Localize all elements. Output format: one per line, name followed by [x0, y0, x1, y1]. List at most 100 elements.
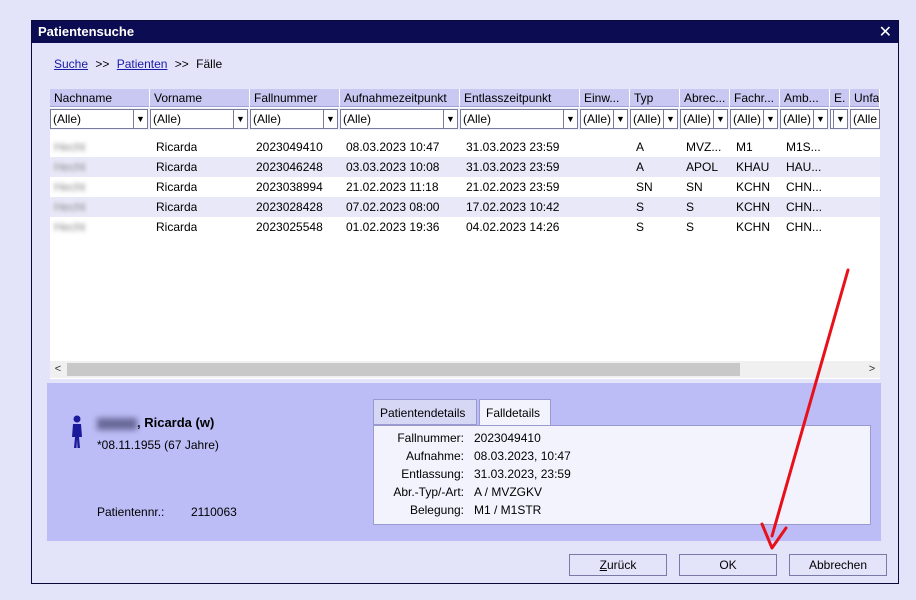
detail-label: Belegung:	[409, 503, 464, 517]
cell-vorname: Ricarda	[156, 220, 198, 234]
cell-abrec: S	[686, 220, 695, 234]
col-header-entlass[interactable]: Entlasszeitpunkt	[460, 89, 580, 107]
filter-row: (Alle) ▼ (Alle) ▼ (Alle) ▼ (Alle) ▼ (Alle) ▼ …	[50, 108, 880, 130]
breadcrumb-current: Fälle	[196, 57, 223, 71]
close-icon[interactable]: ✕	[879, 22, 892, 42]
table-row[interactable]: Hecht Ricarda 2023038994 21.02.2023 11:1…	[50, 177, 880, 197]
detail-value: A / MVZGKV	[474, 485, 543, 499]
table-row[interactable]: Hecht Ricarda 2023049410 08.03.2023 10:4…	[50, 137, 880, 157]
cell-typ: S	[636, 200, 645, 214]
cell-typ: SN	[636, 180, 653, 194]
patient-name-text: , Ricarda (w)	[137, 415, 215, 430]
filter-value: (Alle)	[783, 112, 812, 126]
cell-aufnahme: 21.02.2023 11:18	[346, 180, 439, 194]
breadcrumb-link-patienten[interactable]: Patienten	[117, 57, 168, 71]
back-label: urück	[607, 558, 637, 572]
scrollbar-thumb[interactable]	[67, 363, 740, 376]
filter-value: (Alle)	[153, 112, 182, 126]
chevron-down-icon[interactable]: ▼	[133, 110, 147, 128]
back-button[interactable]: Zurück	[569, 554, 667, 576]
filter-entlass[interactable]: (Alle) ▼	[460, 109, 578, 129]
col-header-aufnahme[interactable]: Aufnahmezeitpunkt	[340, 89, 460, 107]
detail-value: 31.03.2023, 23:59	[474, 467, 571, 481]
cell-amb: CHN...	[786, 200, 822, 214]
chevron-down-icon[interactable]: ▼	[813, 110, 827, 128]
table-row[interactable]: Hecht Ricarda 2023028428 07.02.2023 08:0…	[50, 197, 880, 217]
cell-nachname: Hecht	[54, 140, 86, 154]
col-header-vorname[interactable]: Vorname	[150, 89, 250, 107]
breadcrumb-separator: >>	[174, 57, 189, 71]
filter-value: (Alle	[853, 112, 878, 126]
cell-aufnahme: 01.02.2023 19:36	[346, 220, 440, 234]
col-header-unfa[interactable]: Unfa	[850, 89, 880, 107]
col-header-fallnummer[interactable]: Fallnummer	[250, 89, 340, 107]
detail-value: M1 / M1STR	[474, 503, 542, 517]
chevron-down-icon[interactable]: ▼	[563, 110, 577, 128]
filter-value: (Alle)	[343, 112, 372, 126]
chevron-down-icon[interactable]: ▼	[443, 110, 457, 128]
cell-abrec: S	[686, 200, 695, 214]
tab-patientendetails[interactable]: Patientendetails	[373, 399, 477, 425]
filter-value: (Alle)	[583, 112, 612, 126]
cancel-button[interactable]: Abbrechen	[789, 554, 887, 576]
table-row[interactable]: Hecht Ricarda 2023046248 03.03.2023 10:0…	[50, 157, 880, 177]
filter-amb[interactable]: (Alle) ▼	[780, 109, 828, 129]
filter-abrec[interactable]: (Alle) ▼	[680, 109, 728, 129]
cell-entlass: 17.02.2023 10:42	[466, 200, 560, 214]
cell-fachr: KHAU	[736, 160, 770, 174]
chevron-down-icon[interactable]: ▼	[323, 110, 337, 128]
filter-einw[interactable]: (Alle) ▼	[580, 109, 628, 129]
cell-fallnummer: 2023025548	[256, 220, 323, 234]
col-header-fachr[interactable]: Fachr...	[730, 89, 780, 107]
cell-vorname: Ricarda	[156, 140, 198, 154]
col-header-abrec[interactable]: Abrec...	[680, 89, 730, 107]
chevron-down-icon[interactable]: ▼	[233, 110, 247, 128]
col-header-nachname[interactable]: Nachname	[50, 89, 150, 107]
filter-e[interactable]: ▼	[830, 109, 848, 129]
cell-vorname: Ricarda	[156, 200, 198, 214]
col-header-einw[interactable]: Einw...	[580, 89, 630, 107]
chevron-down-icon[interactable]: ▼	[713, 110, 727, 128]
filter-nachname[interactable]: (Alle) ▼	[50, 109, 148, 129]
case-table: Nachname Vorname Fallnummer Aufnahmezeit…	[50, 89, 880, 379]
table-row[interactable]: Hecht Ricarda 2023025548 01.02.2023 19:3…	[50, 217, 880, 237]
horizontal-scrollbar[interactable]: < >	[50, 361, 880, 378]
back-mnemonic: Z	[599, 558, 607, 572]
filter-aufnahme[interactable]: (Alle) ▼	[340, 109, 458, 129]
patient-dob: *08.11.1955 (67 Jahre)	[97, 438, 219, 452]
breadcrumb: Suche >> Patienten >> Fälle	[54, 57, 222, 71]
cell-fallnummer: 2023049410	[256, 140, 323, 154]
scroll-right-icon[interactable]: >	[864, 361, 880, 378]
breadcrumb-link-suche[interactable]: Suche	[54, 57, 88, 71]
filter-fachr[interactable]: (Alle) ▼	[730, 109, 778, 129]
patient-number-value: 2110063	[191, 505, 237, 519]
scroll-left-icon[interactable]: <	[50, 361, 66, 378]
filter-value: (Alle)	[53, 112, 82, 126]
col-header-typ[interactable]: Typ	[630, 89, 680, 107]
chevron-down-icon[interactable]: ▼	[833, 110, 847, 128]
ok-button[interactable]: OK	[679, 554, 777, 576]
chevron-down-icon[interactable]: ▼	[663, 110, 677, 128]
col-header-amb[interactable]: Amb...	[780, 89, 830, 107]
col-header-e[interactable]: E.	[830, 89, 850, 107]
filter-vorname[interactable]: (Alle) ▼	[150, 109, 248, 129]
cell-fachr: KCHN	[736, 200, 771, 214]
cell-aufnahme: 07.02.2023 08:00	[346, 200, 440, 214]
cell-aufnahme: 03.03.2023 10:08	[346, 160, 440, 174]
cell-fallnummer: 2023028428	[256, 200, 323, 214]
cell-nachname: Hecht	[54, 220, 86, 234]
patient-name: , Ricarda (w)	[97, 415, 214, 430]
cell-fallnummer: 2023038994	[256, 180, 323, 194]
person-icon	[72, 415, 82, 448]
title-bar[interactable]: Patientensuche ✕	[32, 21, 898, 43]
filter-unfa[interactable]: (Alle	[850, 109, 880, 129]
detail-label: Fallnummer:	[397, 431, 464, 445]
chevron-down-icon[interactable]: ▼	[763, 110, 777, 128]
filter-typ[interactable]: (Alle) ▼	[630, 109, 678, 129]
table-header: Nachname Vorname Fallnummer Aufnahmezeit…	[50, 89, 880, 107]
filter-fallnummer[interactable]: (Alle) ▼	[250, 109, 338, 129]
detail-label: Abr.-Typ/-Art:	[393, 485, 464, 499]
chevron-down-icon[interactable]: ▼	[613, 110, 627, 128]
cell-amb: M1S...	[786, 140, 821, 154]
tab-falldetails[interactable]: Falldetails	[479, 399, 551, 425]
